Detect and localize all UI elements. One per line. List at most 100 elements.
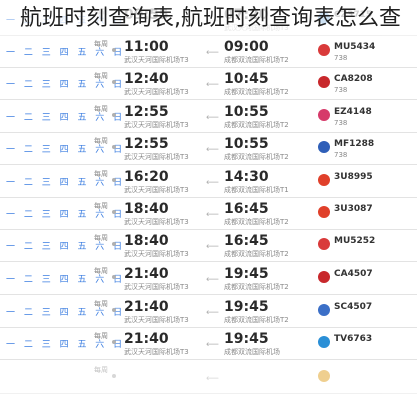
airline-logo-icon (318, 174, 330, 186)
arrow-left-icon: ⟵ (206, 113, 219, 123)
departure-block: 19:45 成都双流国际机场 (224, 331, 304, 357)
arrow-left-icon: ⟵ (206, 340, 219, 350)
arrow-left-icon: ⟵ (206, 308, 219, 318)
stop-dot-icon (112, 374, 116, 378)
departure-airport: 成都双流国际机场T2 (224, 88, 289, 96)
table-row[interactable]: 一 二 三 四 五 六 日每周 12:40 武汉天河国际机场T3 ⟵ 10:45 成都双流… (0, 68, 417, 100)
departure-block: 10:45 成都双流国际机场T2 (224, 71, 304, 97)
table-row[interactable]: 一 二 三 四 五 六 日每周 18:40 武汉天河国际机场T3 ⟵ 16:45 成都双流… (0, 198, 417, 230)
stop-dot-icon (112, 340, 116, 344)
flight-number[interactable]: 3U8995 (334, 172, 373, 182)
departure-airport: 成都双流国际机场 (224, 348, 280, 356)
departure-block: 19:45 成都双流国际机场T2 (224, 266, 304, 292)
page-title: 航班时刻查询表,航班时刻查询表怎么查 (20, 4, 417, 34)
departure-time: 19:45 (224, 299, 269, 315)
departure-block: 16:45 成都双流国际机场T2 (224, 201, 304, 227)
flight-number[interactable]: MF1288 (334, 139, 374, 149)
flight-number[interactable]: SC4507 (334, 302, 372, 312)
table-row[interactable]: 一 二 三 四 五 六 日每周 12:55 武汉天河国际机场T3 ⟵ 10:55 成都双流… (0, 133, 417, 165)
departure-block: 16:45 成都双流国际机场T2 (224, 233, 304, 259)
flight-number[interactable]: 3U3087 (334, 204, 373, 214)
departure-time: 16:45 (224, 201, 269, 217)
flight-number[interactable]: TV6763 (334, 334, 372, 344)
aircraft-type: 738 (334, 86, 348, 94)
flight-number[interactable]: MU5252 (334, 236, 375, 246)
frequency-label: 每周 (94, 300, 108, 308)
departure-time: 19:45 (224, 331, 269, 347)
flight-number[interactable]: CA8208 (334, 74, 373, 84)
departure-time: 19:45 (224, 266, 269, 282)
aircraft-type: 738 (334, 151, 348, 159)
airline-logo-icon (318, 141, 330, 153)
departure-time: 09:00 (224, 39, 269, 55)
departure-airport: 成都双流国际机场T2 (224, 153, 289, 161)
table-row[interactable]: 一 二 三 四 五 六 日每周 12:55 武汉天河国际机场T3 ⟵ 10:55 成都双流… (0, 101, 417, 133)
table-row[interactable]: 一 二 三 四 五 六 日每周 21:40 武汉天河国际机场T3 ⟵ 19:45 成都双流… (0, 296, 417, 328)
departure-block: 09:00 成都双流国际机场T2 (224, 39, 304, 65)
arrow-left-icon: ⟵ (206, 242, 219, 252)
frequency-label: 每周 (94, 234, 108, 242)
departure-time: 10:55 (224, 136, 269, 152)
frequency-label: 每周 (94, 137, 108, 145)
stop-dot-icon (112, 80, 116, 84)
arrow-left-icon: ⟵ (206, 178, 219, 188)
table-row[interactable]: 一 二 三 四 五 六 日每周 16:20 武汉天河国际机场T3 ⟵ 14:30 成都双流… (0, 166, 417, 198)
airline-logo-icon (318, 238, 330, 250)
stop-dot-icon (112, 275, 116, 279)
airline-logo-icon (318, 370, 330, 382)
airline-logo-icon (318, 109, 330, 121)
table-row[interactable]: 一 二 三 四 五 六 日每周 21:40 武汉天河国际机场T3 ⟵ 19:45 成都双流… (0, 328, 417, 360)
airline-logo-icon (318, 271, 330, 283)
stop-dot-icon (112, 210, 116, 214)
departure-airport: 成都双流国际机场T1 (224, 186, 289, 194)
frequency-label: 每周 (94, 40, 108, 48)
departure-block: 10:55 成都双流国际机场T2 (224, 136, 304, 162)
frequency-label: 每周 (94, 366, 108, 374)
arrow-left-icon: ⟵ (206, 48, 219, 58)
aircraft-type: 738 (334, 119, 348, 127)
departure-block: 14:30 成都双流国际机场T1 (224, 169, 304, 195)
arrow-left-icon: ⟵ (206, 210, 219, 220)
frequency-label: 每周 (94, 170, 108, 178)
arrow-left-icon: ⟵ (206, 145, 219, 155)
departure-airport: 成都双流国际机场T2 (224, 56, 289, 64)
stop-dot-icon (112, 178, 116, 182)
departure-airport: 成都双流国际机场T2 (224, 316, 289, 324)
frequency-label: 每周 (94, 202, 108, 210)
airline-logo-icon (318, 304, 330, 316)
departure-time: 10:55 (224, 104, 269, 120)
table-row[interactable]: 每周 ⟵ (0, 362, 417, 394)
departure-time: 16:45 (224, 233, 269, 249)
departure-block: 10:55 成都双流国际机场T2 (224, 104, 304, 130)
frequency-label: 每周 (94, 332, 108, 340)
airline-logo-icon (318, 44, 330, 56)
airline-logo-icon (318, 76, 330, 88)
departure-airport: 成都双流国际机场T2 (224, 250, 289, 258)
aircraft-type: 738 (334, 54, 348, 62)
frequency-label: 每周 (94, 72, 108, 80)
flight-number[interactable]: CA4507 (334, 269, 373, 279)
arrow-left-icon: ⟵ (206, 275, 219, 285)
departure-block: 19:45 成都双流国际机场T2 (224, 299, 304, 325)
flight-number[interactable]: EZ4148 (334, 107, 372, 117)
departure-airport: 成都双流国际机场T2 (224, 283, 289, 291)
table-row[interactable]: 一 二 三 四 五 六 日每周 18:40 武汉天河国际机场T3 ⟵ 16:45 成都双流… (0, 230, 417, 262)
frequency-label: 每周 (94, 105, 108, 113)
departure-time: 14:30 (224, 169, 269, 185)
flight-number[interactable]: MU5434 (334, 42, 375, 52)
arrow-left-icon: ⟵ (206, 374, 219, 384)
airline-logo-icon (318, 336, 330, 348)
airline-logo-icon (318, 206, 330, 218)
departure-time: 10:45 (224, 71, 269, 87)
stop-dot-icon (112, 308, 116, 312)
departure-airport: 成都双流国际机场T2 (224, 218, 289, 226)
departure-airport: 成都双流国际机场T2 (224, 121, 289, 129)
stop-dot-icon (112, 242, 116, 246)
table-row[interactable]: 一 二 三 四 五 六 日每周 21:40 武汉天河国际机场T3 ⟵ 19:45 成都双流… (0, 263, 417, 295)
frequency-label: 每周 (94, 267, 108, 275)
stop-dot-icon (112, 145, 116, 149)
flight-schedule-table: 一 二 三 四 五 六 日每周09:55⟵07:20武汉天河国际机场T3CZ37… (0, 0, 417, 400)
stop-dot-icon (112, 48, 116, 52)
stop-dot-icon (112, 113, 116, 117)
table-row[interactable]: 一 二 三 四 五 六 日每周 11:00 武汉天河国际机场T3 ⟵ 09:00 成都双流… (0, 36, 417, 68)
